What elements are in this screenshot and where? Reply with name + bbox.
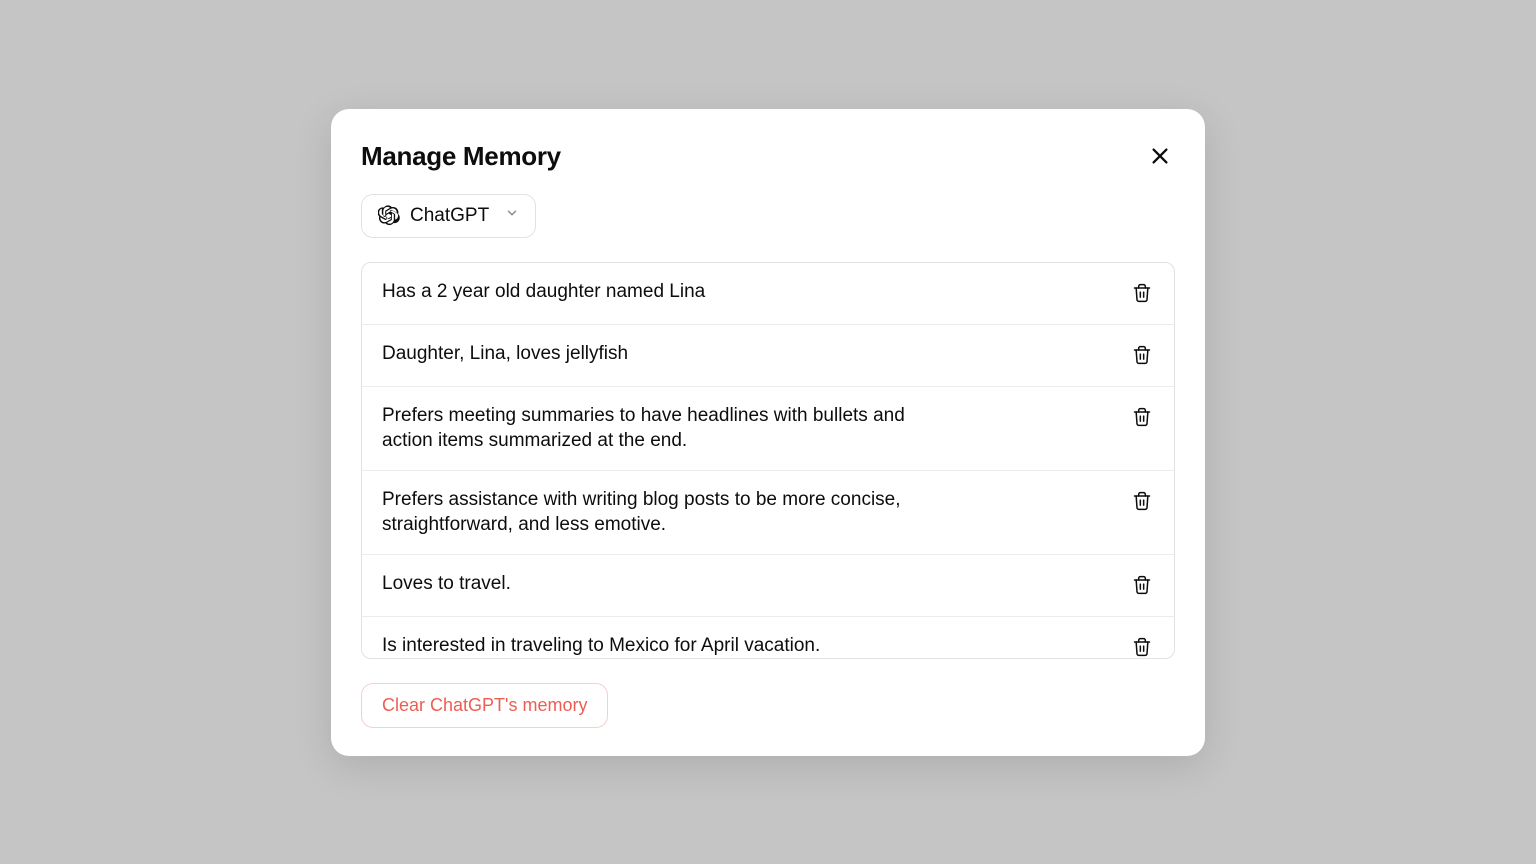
memory-text: Loves to travel.: [382, 571, 511, 597]
memory-item: Is interested in traveling to Mexico for…: [362, 617, 1174, 657]
clear-memory-button[interactable]: Clear ChatGPT's memory: [361, 683, 608, 728]
memory-item: Has a 2 year old daughter named Lina: [362, 263, 1174, 325]
memory-text: Is interested in traveling to Mexico for…: [382, 633, 820, 657]
chevron-down-icon: [505, 206, 519, 225]
trash-icon: [1132, 491, 1152, 514]
memory-list-container: Has a 2 year old daughter named Lina Daug…: [361, 262, 1175, 659]
memory-text: Has a 2 year old daughter named Lina: [382, 279, 705, 305]
trash-icon: [1132, 637, 1152, 657]
chatgpt-logo-icon: [378, 205, 400, 227]
trash-icon: [1132, 283, 1152, 306]
memory-item: Prefers assistance with writing blog pos…: [362, 471, 1174, 555]
memory-item: Prefers meeting summaries to have headli…: [362, 387, 1174, 471]
delete-memory-button[interactable]: [1130, 405, 1154, 432]
delete-memory-button[interactable]: [1130, 635, 1154, 657]
delete-memory-button[interactable]: [1130, 489, 1154, 516]
trash-icon: [1132, 407, 1152, 430]
memory-text: Daughter, Lina, loves jellyfish: [382, 341, 628, 367]
trash-icon: [1132, 575, 1152, 598]
delete-memory-button[interactable]: [1130, 573, 1154, 600]
memory-item: Loves to travel.: [362, 555, 1174, 617]
memory-text: Prefers assistance with writing blog pos…: [382, 487, 942, 538]
manage-memory-modal: Manage Memory ChatGPT Has a 2 year old d…: [331, 109, 1205, 756]
modal-header: Manage Memory: [361, 141, 1175, 172]
close-button[interactable]: [1145, 141, 1175, 171]
delete-memory-button[interactable]: [1130, 281, 1154, 308]
model-selector-dropdown[interactable]: ChatGPT: [361, 194, 536, 238]
dropdown-label: ChatGPT: [410, 205, 489, 227]
modal-footer: Clear ChatGPT's memory: [361, 683, 1175, 728]
modal-title: Manage Memory: [361, 141, 561, 172]
close-icon: [1149, 145, 1171, 167]
memory-list[interactable]: Has a 2 year old daughter named Lina Daug…: [362, 263, 1174, 658]
trash-icon: [1132, 345, 1152, 368]
delete-memory-button[interactable]: [1130, 343, 1154, 370]
memory-item: Daughter, Lina, loves jellyfish: [362, 325, 1174, 387]
memory-text: Prefers meeting summaries to have headli…: [382, 403, 942, 454]
